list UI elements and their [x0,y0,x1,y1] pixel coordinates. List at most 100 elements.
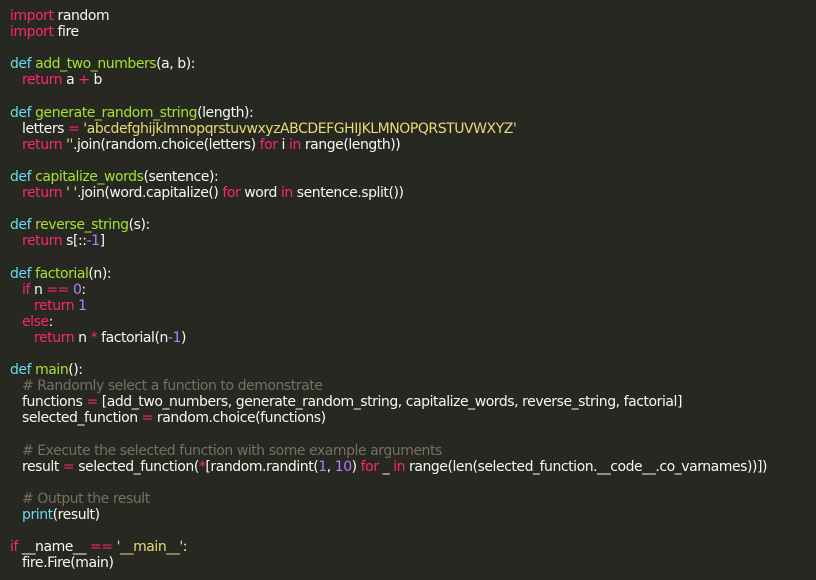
code-line[interactable]: # Execute the selected function with som… [10,443,816,459]
code-line[interactable]: fire.Fire(main) [10,555,816,571]
code-token: word [240,185,281,202]
code-token: (n): [88,265,112,282]
code-line[interactable]: def reverse_string(s): [10,217,816,233]
code-token: import [10,24,54,41]
code-line[interactable]: return n * factorial(n-1) [10,330,816,346]
code-line[interactable]: import random [10,8,816,24]
code-line[interactable] [10,153,816,169]
code-token: for [222,185,241,202]
code-token: -1 [86,233,101,250]
code-token: ) [180,329,186,346]
code-token: for [259,136,278,153]
code-token: n [74,329,91,346]
code-token: capitalize_words [35,168,144,185]
code-line[interactable] [10,249,816,265]
code-line[interactable]: else: [10,314,816,330]
code-token: 'abcdefghijklmnopqrstuvwxyzABCDEFGHIJKLM… [83,120,517,137]
code-line[interactable]: return s[::-1] [10,233,816,249]
code-token: 10 [334,458,352,475]
code-editor[interactable]: import random import fire def add_two_num… [0,0,816,580]
code-token: = [86,394,98,411]
code-token: in [280,185,293,202]
code-line[interactable]: def main(): [10,362,816,378]
code-line[interactable] [10,426,816,442]
code-token: random.choice(functions) [152,410,326,427]
code-token: if [10,539,18,556]
code-token: def [10,56,36,73]
code-token: import [10,8,54,24]
code-token: # Output the result [10,490,150,507]
code-line[interactable]: # Output the result [10,491,816,507]
code-line[interactable]: if __name__ == '__main__': [10,539,816,555]
code-line[interactable]: def capitalize_words(sentence): [10,169,816,185]
code-line[interactable]: if n == 0: [10,282,816,298]
code-line[interactable]: return ' '.join(word.capitalize() for wo… [10,185,816,201]
code-line[interactable]: return ''.join(random.choice(letters) fo… [10,137,816,153]
code-line[interactable]: letters = 'abcdefghijklmnopqrstuvwxyzABC… [10,121,816,137]
code-token: sentence.split()) [292,185,404,202]
code-token: else [22,313,49,330]
code-token: [random.randint( [205,458,319,475]
code-token: random [53,8,110,24]
code-token: return [22,233,63,250]
code-token: reverse_string [35,217,129,234]
code-line[interactable]: functions = [add_two_numbers, generate_r… [10,394,816,410]
code-token: print [22,506,53,523]
code-line[interactable]: result = selected_function(*[random.rand… [10,459,816,475]
code-line[interactable]: def factorial(n): [10,266,816,282]
code-token: : [48,313,54,330]
code-token: in [393,458,406,475]
code-line[interactable]: def generate_random_string(length): [10,105,816,121]
code-token: def [10,168,36,185]
code-line[interactable] [10,40,816,56]
code-token: s[:: [62,233,87,250]
code-token: range(length)) [300,136,401,153]
code-line[interactable]: def add_two_numbers(a, b): [10,56,816,72]
code-token: == [46,281,69,298]
code-token: def [10,104,36,121]
code-token: = [62,458,75,475]
code-token: fire.Fire(main) [10,555,114,572]
code-token: def [10,362,36,379]
code-token: factorial(n [97,329,168,346]
code-line[interactable] [10,475,816,491]
code-token: return [22,72,63,89]
code-line[interactable]: return a + b [10,72,816,88]
code-line[interactable] [10,201,816,217]
code-token: ) [351,458,361,475]
code-token: : [81,281,86,298]
code-token: return [22,185,63,202]
code-token: (result) [52,506,100,523]
code-token: def [10,265,36,282]
code-token: [add_two_numbers, generate_random_string… [97,394,683,411]
code-line[interactable]: return 1 [10,298,816,314]
code-token: main [35,362,69,379]
code-token: generate_random_string [35,104,198,121]
code-line[interactable] [10,346,816,362]
code-token: n [29,281,47,298]
code-line[interactable] [10,523,816,539]
code-token: .join(word.capitalize() [76,185,223,202]
code-token: def [10,217,36,234]
code-token: if [22,281,30,298]
code-line[interactable]: # Randomly select a function to demonstr… [10,378,816,394]
code-line[interactable]: selected_function = random.choice(functi… [10,410,816,426]
code-token: -1 [167,329,182,346]
code-token: factorial [35,265,89,282]
code-token: # Randomly select a function to demonstr… [10,378,323,395]
code-token: (a, b): [156,56,195,73]
code-token: return [34,297,75,314]
code-token: result [10,458,63,475]
code-token: ' ' [66,185,77,202]
code-line[interactable] [10,88,816,104]
code-line[interactable]: import fire [10,24,816,40]
code-token: (sentence): [143,168,219,185]
code-token: range(len(selected_function.__code__.co_… [405,458,768,475]
code-line[interactable]: print(result) [10,507,816,523]
